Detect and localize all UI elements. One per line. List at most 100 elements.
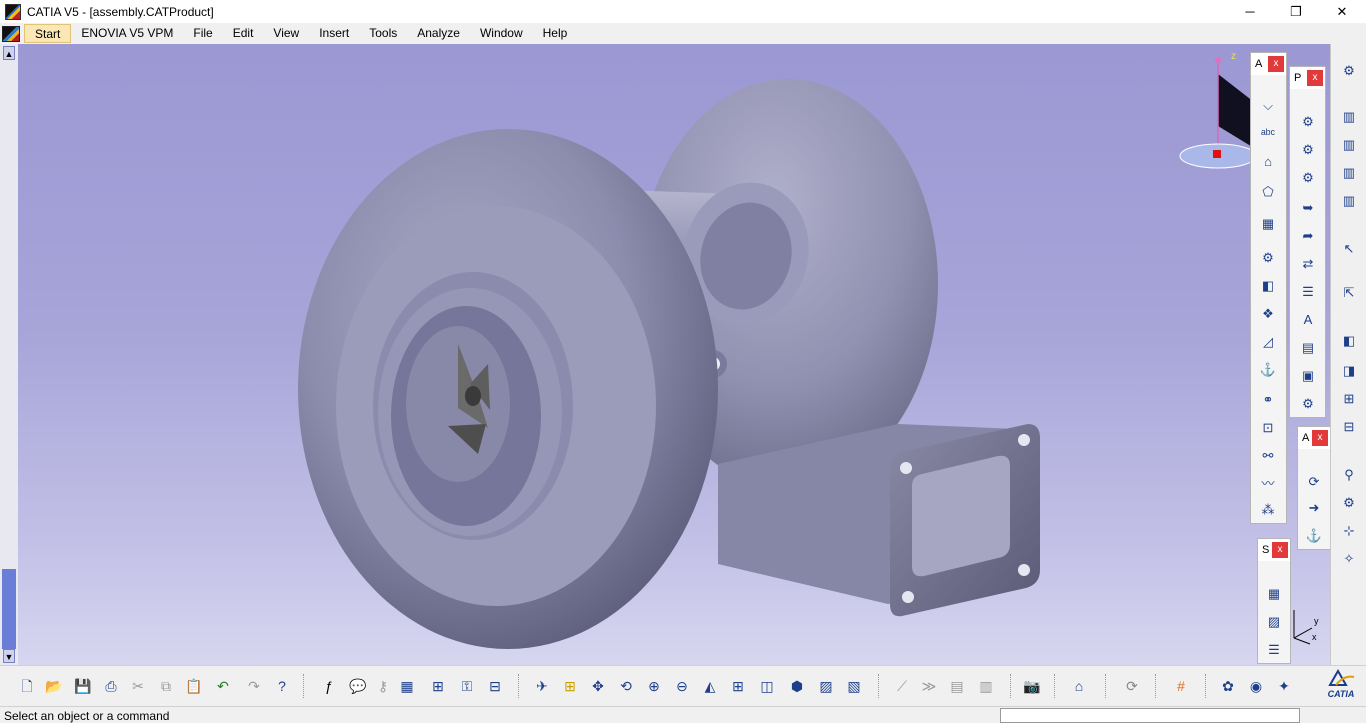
- sectioning-icon[interactable]: ⬠: [1257, 181, 1279, 203]
- redo-icon[interactable]: ↷: [243, 675, 265, 697]
- cube-icon[interactable]: ◧: [1338, 330, 1360, 352]
- color-palette-icon[interactable]: ✦: [1273, 675, 1295, 697]
- menu-view[interactable]: View: [263, 24, 309, 43]
- toolbar-space-analysis-close-button[interactable]: x: [1272, 542, 1288, 558]
- property-icon[interactable]: ⊟: [484, 675, 506, 697]
- explode-icon[interactable]: ⚙: [1257, 247, 1279, 269]
- part-icon[interactable]: ◧: [1257, 275, 1279, 297]
- formula-icon[interactable]: ƒ: [318, 675, 340, 697]
- menu-file[interactable]: File: [183, 24, 222, 43]
- scroll-down-arrow-icon[interactable]: ▼: [3, 649, 15, 663]
- menu-tools[interactable]: Tools: [359, 24, 407, 43]
- snap-icon[interactable]: ⊹: [1338, 520, 1360, 542]
- flag-note-icon[interactable]: ⌂: [1257, 151, 1279, 173]
- zoom-in-icon[interactable]: ⊕: [643, 675, 665, 697]
- existing-positioning-icon[interactable]: ➦: [1297, 225, 1319, 247]
- replace-component-icon[interactable]: ⇄: [1297, 253, 1319, 275]
- new-product-icon[interactable]: ⚙: [1297, 139, 1319, 161]
- measure-icon[interactable]: ⁂: [1257, 499, 1279, 521]
- shading-icon[interactable]: ⬢: [786, 675, 808, 697]
- clash-icon[interactable]: ⊡: [1257, 417, 1279, 439]
- sectioning-analysis-icon[interactable]: ▨: [1263, 611, 1285, 633]
- generate-numbering-icon[interactable]: A: [1297, 309, 1319, 331]
- update-icon[interactable]: ⟳: [1303, 471, 1325, 493]
- multi-instantiation-icon[interactable]: ⚙: [1297, 393, 1319, 415]
- apply-material-icon[interactable]: ✿: [1217, 675, 1239, 697]
- manipulate-icon[interactable]: ⚙: [1338, 492, 1360, 514]
- constraint-tool-icon[interactable]: ⚲: [1338, 464, 1360, 486]
- tree-structure-alt-icon[interactable]: ⊟: [1338, 416, 1360, 438]
- text-annotation-icon[interactable]: ᵃᵇᶜ: [1257, 123, 1279, 145]
- render-icon[interactable]: ◉: [1245, 675, 1267, 697]
- close-button[interactable]: ✕: [1319, 0, 1365, 23]
- turbocharger-model[interactable]: z y x: [18, 44, 1330, 665]
- constraint-icon[interactable]: ➜: [1303, 497, 1325, 519]
- select-options-icon[interactable]: ⇱: [1338, 282, 1360, 304]
- sweep-icon[interactable]: 〰: [1257, 473, 1279, 495]
- menu-help[interactable]: Help: [533, 24, 578, 43]
- camera-icon[interactable]: 📷: [1021, 675, 1043, 697]
- pan-icon[interactable]: ✥: [587, 675, 609, 697]
- new-file-icon[interactable]: 🗋: [16, 675, 38, 697]
- table-icon[interactable]: ▦: [396, 675, 418, 697]
- disabled-table-icon[interactable]: ▤: [946, 675, 968, 697]
- catia-app-icon[interactable]: [5, 3, 21, 20]
- comment-icon[interactable]: 💬: [347, 675, 369, 697]
- tree-structure-icon[interactable]: ⊞: [1338, 388, 1360, 410]
- clash-analysis-icon[interactable]: ▦: [1263, 583, 1285, 605]
- vertical-scrollbar[interactable]: ▲ ▼: [0, 44, 18, 665]
- key-icon[interactable]: ⚷: [372, 675, 394, 697]
- toolbar-assembly-constraints-close-button[interactable]: x: [1312, 430, 1328, 446]
- network-icon[interactable]: ⌂: [1068, 675, 1090, 697]
- scene-icon[interactable]: ▦: [1257, 213, 1279, 235]
- undo-icon[interactable]: ↶: [212, 675, 234, 697]
- menu-insert[interactable]: Insert: [309, 24, 359, 43]
- swap-visible-space-icon[interactable]: ▧: [843, 675, 865, 697]
- print-icon[interactable]: ⎙: [100, 675, 122, 697]
- link-icon[interactable]: ⚭: [1257, 389, 1279, 411]
- zoom-out-icon[interactable]: ⊖: [671, 675, 693, 697]
- whats-this-icon[interactable]: ?: [271, 675, 293, 697]
- fix-icon[interactable]: ⚓: [1303, 525, 1325, 547]
- multi-view-icon[interactable]: ⊞: [727, 675, 749, 697]
- smart-move-icon[interactable]: ✧: [1338, 548, 1360, 570]
- weld-feature-icon[interactable]: ⌵: [1257, 95, 1279, 117]
- toolbar-product-structure-close-button[interactable]: x: [1307, 70, 1323, 86]
- new-part-icon[interactable]: ⚙: [1297, 167, 1319, 189]
- graph-tree-reordering-icon[interactable]: ☰: [1297, 281, 1319, 303]
- scroll-up-arrow-icon[interactable]: ▲: [3, 46, 15, 60]
- copy-icon[interactable]: ⧉: [155, 675, 177, 697]
- fly-mode-icon[interactable]: ✈: [531, 675, 553, 697]
- paste-icon[interactable]: 📋: [183, 675, 205, 697]
- command-input[interactable]: [1000, 708, 1300, 723]
- components-icon[interactable]: ❖: [1257, 303, 1279, 325]
- disabled-tool-icon[interactable]: ▥: [1338, 106, 1360, 128]
- menu-enovia[interactable]: ENOVIA V5 VPM: [71, 24, 183, 43]
- plane-icon[interactable]: ◿: [1257, 331, 1279, 353]
- distance-icon[interactable]: ⚯: [1257, 445, 1279, 467]
- distance-analysis-icon[interactable]: ☰: [1263, 639, 1285, 661]
- disabled-tool-icon[interactable]: ▥: [1338, 134, 1360, 156]
- cut-icon[interactable]: ✂: [127, 675, 149, 697]
- rotate-icon[interactable]: ⟲: [615, 675, 637, 697]
- restore-button[interactable]: ❐: [1273, 0, 1319, 23]
- minimize-button[interactable]: ─: [1227, 0, 1273, 23]
- fit-all-icon[interactable]: ⊞: [559, 675, 581, 697]
- menu-edit[interactable]: Edit: [223, 24, 264, 43]
- save-icon[interactable]: 💾: [72, 675, 94, 697]
- catalog-icon[interactable]: ⊞: [427, 675, 449, 697]
- refresh-icon[interactable]: ⟳: [1121, 675, 1143, 697]
- disabled-arrow-icon[interactable]: ≫: [918, 675, 940, 697]
- cube-outline-icon[interactable]: ◨: [1338, 360, 1360, 382]
- hide-show-icon[interactable]: ▨: [815, 675, 837, 697]
- normal-view-icon[interactable]: ◭: [699, 675, 721, 697]
- anchor-icon[interactable]: ⚓: [1257, 359, 1279, 381]
- open-file-icon[interactable]: 📂: [43, 675, 65, 697]
- select-arrow-icon[interactable]: ↖: [1338, 238, 1360, 260]
- view-compass[interactable]: z: [1179, 51, 1257, 169]
- selective-load-icon[interactable]: ▤: [1297, 337, 1319, 359]
- 3d-viewport[interactable]: z y x: [18, 44, 1330, 665]
- existing-component-icon[interactable]: ➥: [1297, 197, 1319, 219]
- menu-analyze[interactable]: Analyze: [407, 24, 470, 43]
- scroll-thumb[interactable]: [2, 569, 16, 649]
